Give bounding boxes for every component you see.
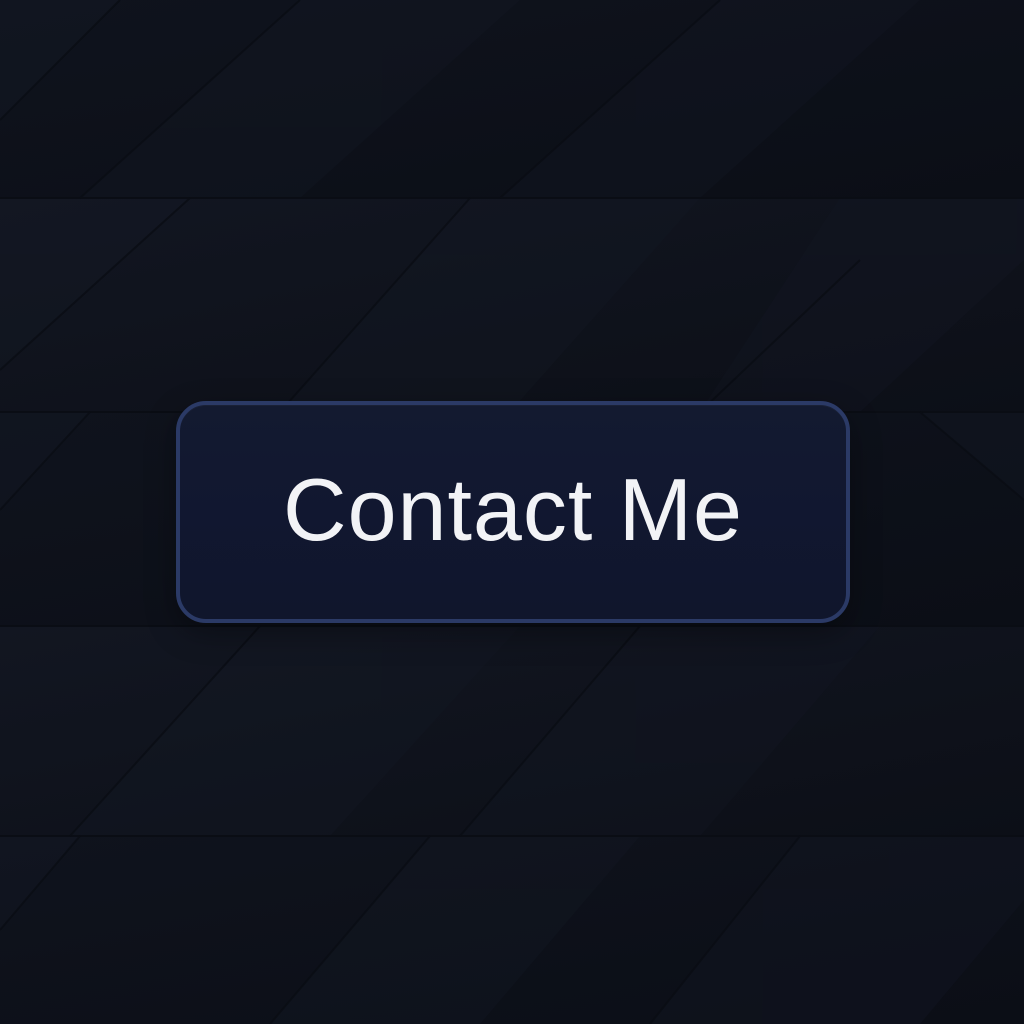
contact-me-button[interactable]: Contact Me <box>176 401 850 623</box>
contact-me-label: Contact Me <box>283 460 743 559</box>
contact-button-wrapper: Contact Me <box>176 401 850 623</box>
page-background: Contact Me <box>0 0 1024 1024</box>
